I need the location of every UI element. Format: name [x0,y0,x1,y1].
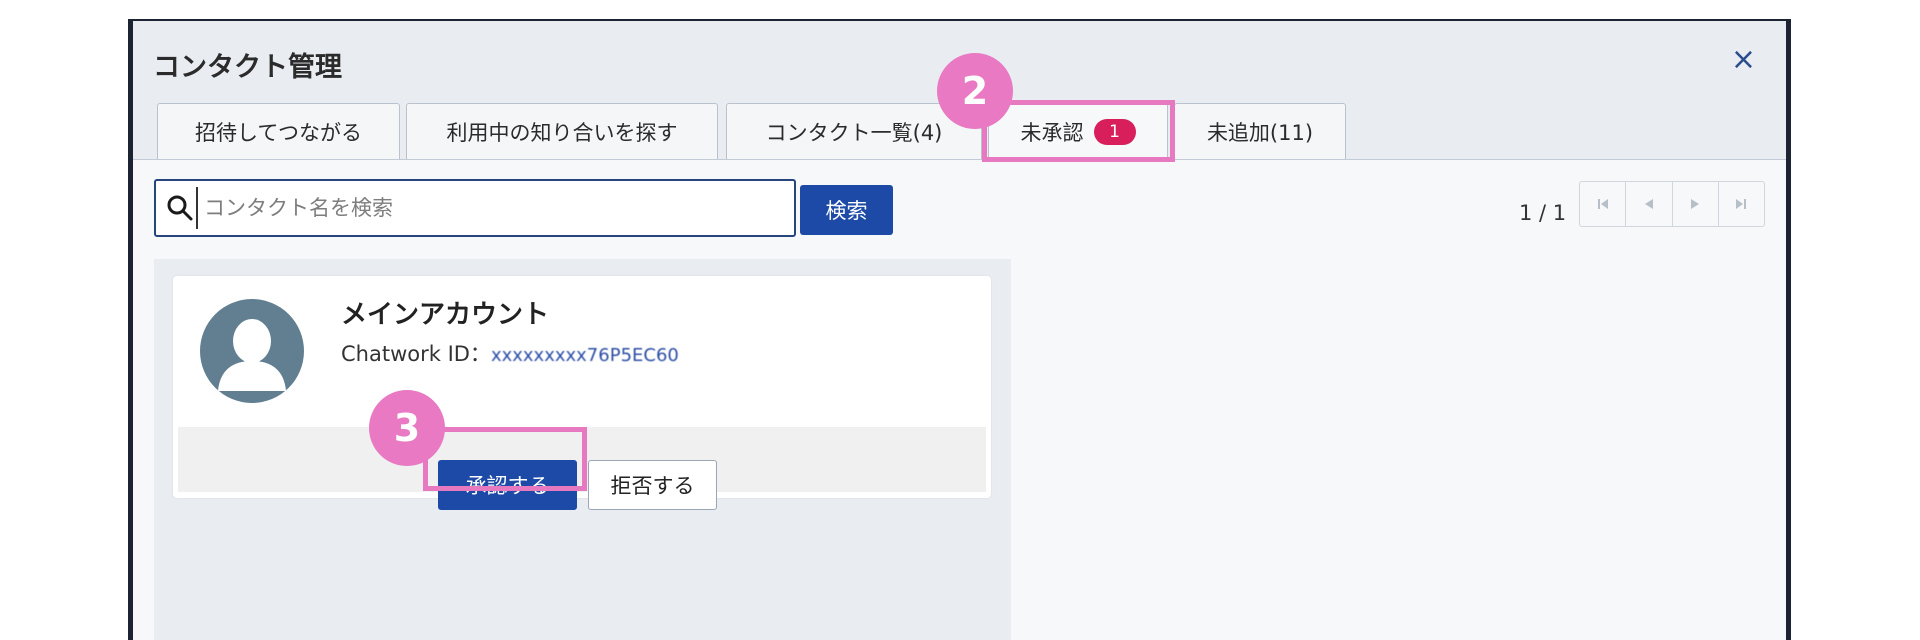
page-count: 1 / 1 [1519,201,1567,225]
search-field[interactable] [154,179,796,237]
close-button[interactable]: × [1731,45,1756,75]
tab-label: 利用中の知り合いを探す [446,120,678,145]
prev-page-button[interactable] [1626,182,1673,226]
person-silhouette-icon [218,319,286,391]
tab-invite[interactable]: 招待してつながる [157,103,400,159]
tab-pending[interactable]: 未承認 1 [988,103,1168,160]
approve-button[interactable]: 承認する [438,460,577,510]
tab-not-added[interactable]: 未追加(11) [1174,103,1346,159]
first-page-button[interactable] [1580,182,1627,226]
tab-find-acquaintances[interactable]: 利用中の知り合いを探す [406,103,718,159]
search-button[interactable]: 検索 [800,185,893,235]
chatwork-id-value: xxxxxxxxx76P5EC60 [490,345,679,366]
pending-count-badge: 1 [1093,118,1136,145]
card-action-bar [178,427,986,492]
prev-page-icon [1644,199,1653,209]
contact-chatwork-id: Chatwork ID：xxxxxxxxx76P5EC60 [341,338,679,368]
search-icon [167,195,193,221]
contact-card: メインアカウント Chatwork ID：xxxxxxxxx76P5EC60 承… [173,276,991,510]
avatar [200,299,304,403]
tab-label: 未追加(11) [1206,120,1314,145]
reject-button[interactable]: 拒否する [588,460,717,510]
step-3-marker: 3 [369,390,445,466]
step-2-marker: 2 [937,53,1013,129]
pagination [1579,181,1765,227]
last-page-button[interactable] [1719,182,1764,226]
last-page-icon [1736,199,1747,209]
dialog-title: コンタクト管理 [153,52,342,83]
pending-contact-list: メインアカウント Chatwork ID：xxxxxxxxx76P5EC60 承… [154,259,1011,640]
first-page-icon [1597,199,1608,209]
chatwork-id-label: Chatwork ID： [341,342,491,366]
tab-label: コンタクト一覧(4) [765,120,943,145]
search-input[interactable] [196,187,786,229]
contact-name: メインアカウント [341,300,550,330]
tab-label: 未承認 [1020,120,1084,145]
next-page-icon [1691,199,1700,209]
next-page-button[interactable] [1673,182,1719,226]
contact-management-dialog: コンタクト管理 × 招待してつながる 利用中の知り合いを探す コンタクト一覧(4… [133,21,1786,640]
tab-label: 招待してつながる [195,120,362,145]
